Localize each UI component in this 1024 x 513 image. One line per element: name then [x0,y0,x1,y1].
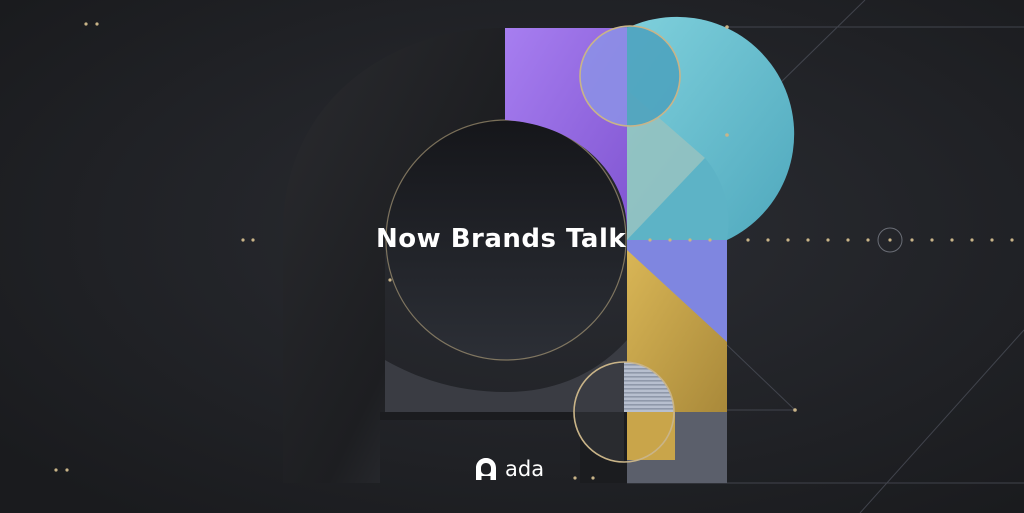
hero-banner: Now Brands Talk ada [0,0,1024,513]
brand-name: ada [505,457,545,481]
headline: Now Brands Talk [376,224,627,254]
abstract-letter-a-illustration [0,0,1024,513]
ada-arch-logo-icon [476,458,496,480]
brand-logo: ada [474,457,544,481]
